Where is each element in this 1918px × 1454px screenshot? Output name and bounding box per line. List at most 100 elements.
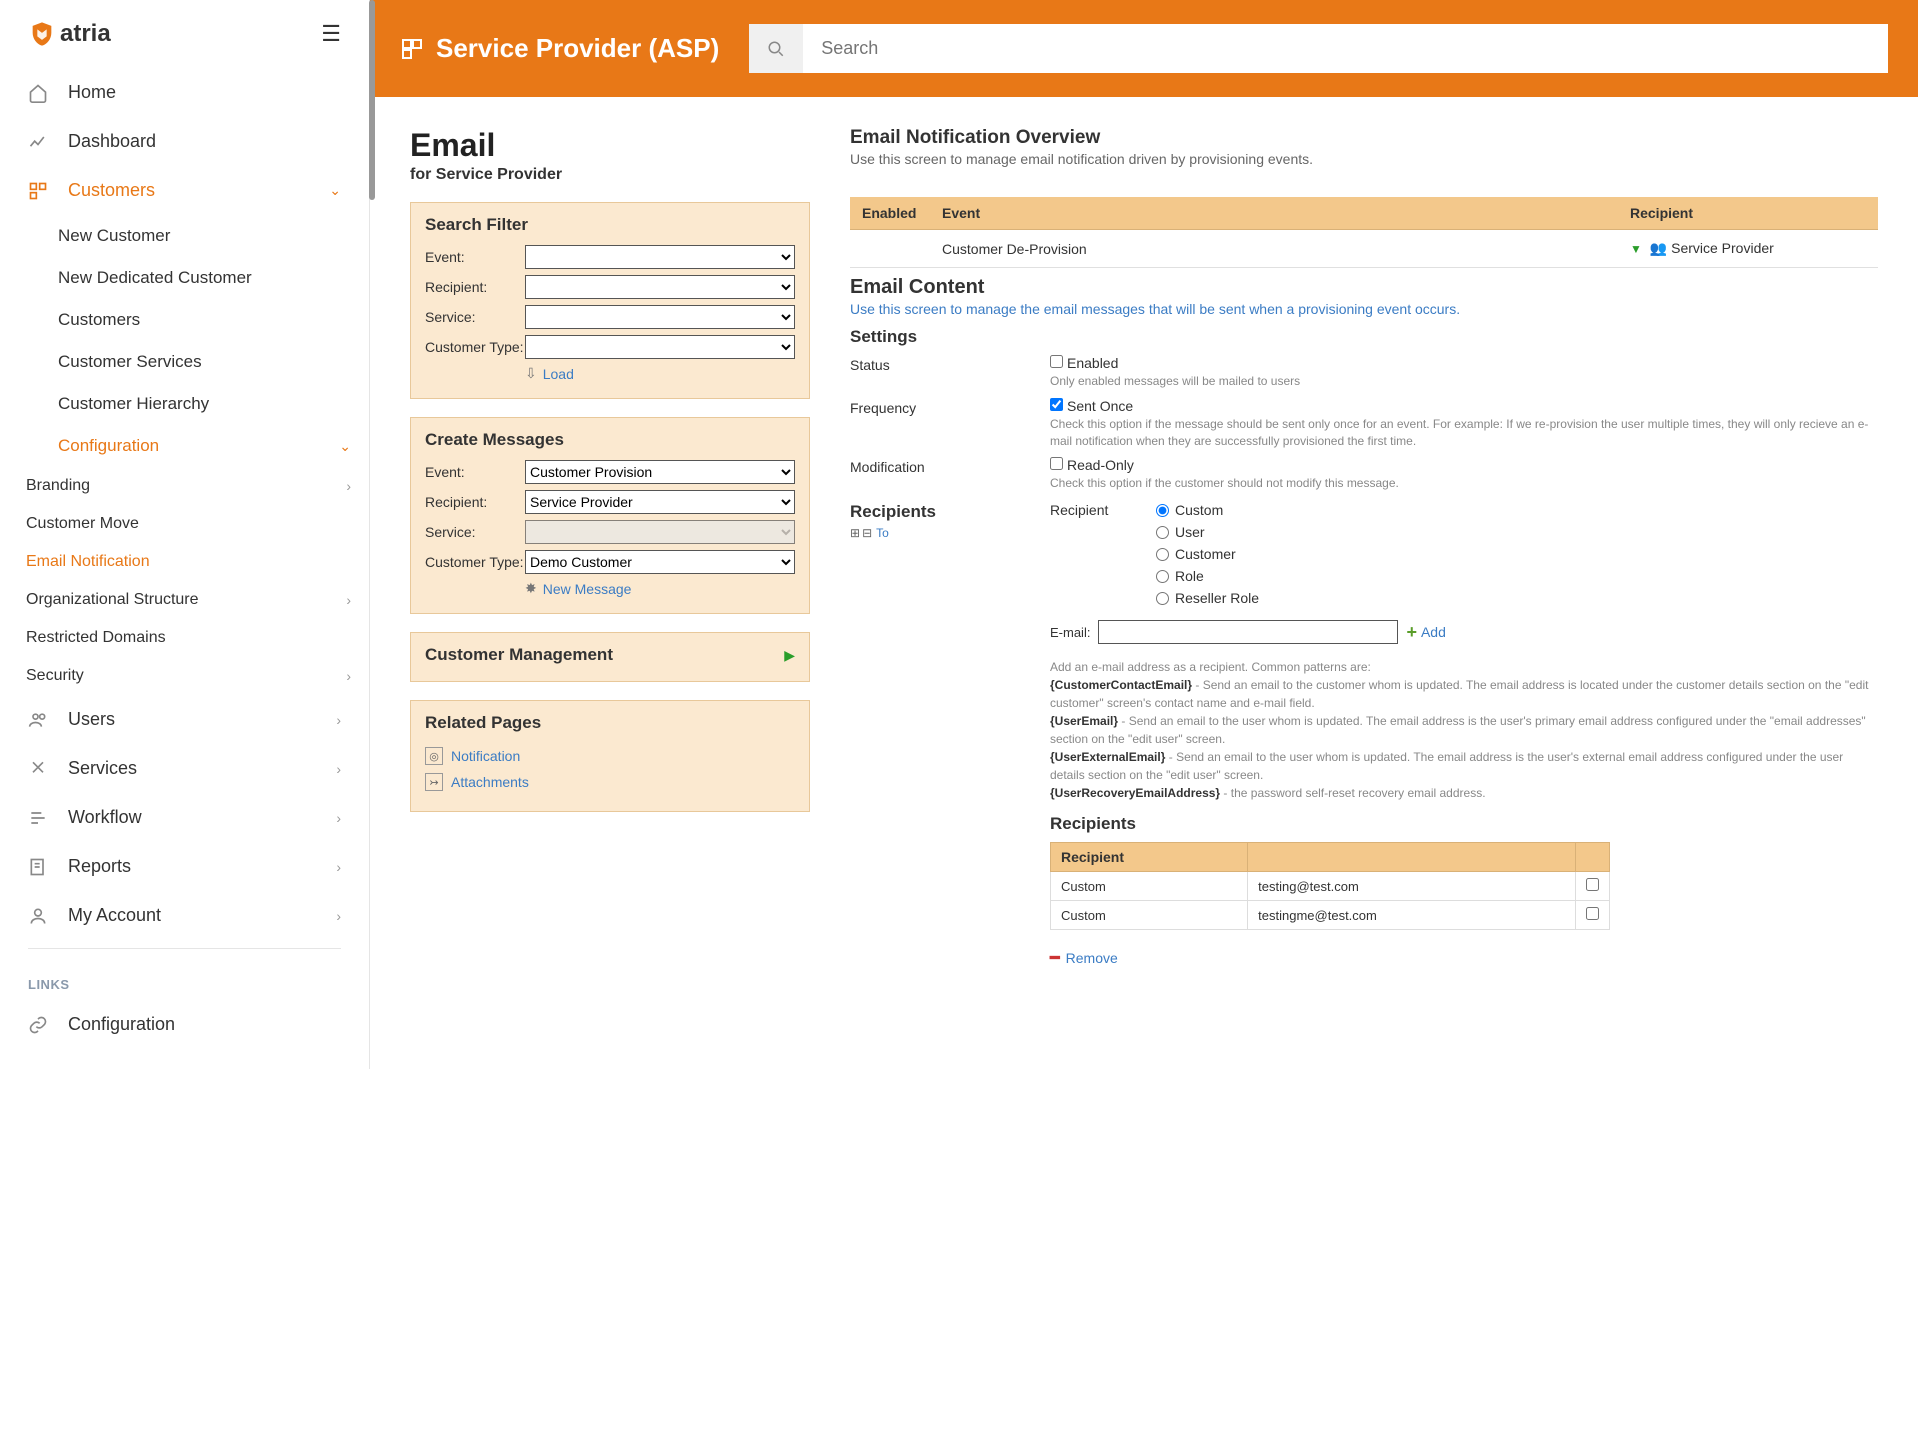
- sentonce-checkbox[interactable]: [1050, 398, 1063, 411]
- sidebar-item-reports[interactable]: Reports›: [10, 842, 359, 891]
- event-table: Enabled Event Recipient Customer De-Prov…: [850, 197, 1878, 268]
- sidebar-item-org-structure[interactable]: Organizational Structure›: [26, 581, 369, 619]
- filter-custtype-label: Customer Type:: [425, 339, 525, 355]
- readonly-checkbox-label[interactable]: Read-Only: [1050, 457, 1134, 473]
- search-input[interactable]: [803, 24, 1888, 73]
- chevron-down-icon: ⌄: [339, 438, 351, 455]
- play-icon: ▶: [784, 647, 795, 664]
- chevron-right-icon: ›: [346, 668, 351, 684]
- row-checkbox[interactable]: [1586, 907, 1599, 920]
- sidebar-item-services[interactable]: Services›: [10, 744, 359, 793]
- create-event-select[interactable]: Customer Provision: [525, 460, 795, 484]
- minus-icon: ━: [1050, 948, 1060, 968]
- create-custtype-label: Customer Type:: [425, 554, 525, 570]
- divider: [28, 948, 341, 949]
- sidebar-item-customers-list[interactable]: Customers: [58, 299, 369, 341]
- filter-service-select[interactable]: [525, 305, 795, 329]
- recipient-radio-custom[interactable]: [1156, 504, 1169, 517]
- links-header: LINKS: [0, 957, 369, 1000]
- filter-event-label: Event:: [425, 249, 525, 265]
- search-button[interactable]: [749, 24, 803, 73]
- panel-header: Customer Management: [425, 645, 613, 665]
- sidebar-item-configuration[interactable]: Configuration⌄: [58, 425, 369, 467]
- menu-toggle-icon[interactable]: ☰: [321, 21, 341, 47]
- create-service-label: Service:: [425, 524, 525, 540]
- add-button[interactable]: +Add: [1406, 622, 1445, 643]
- panel-header: Related Pages: [425, 713, 795, 733]
- shield-icon: [28, 20, 56, 48]
- table-row: Customtesting@test.com: [1051, 872, 1610, 901]
- reports-icon: [28, 857, 54, 877]
- collapse-icon[interactable]: ⊟: [862, 526, 872, 540]
- sidebar-item-email-notification[interactable]: Email Notification: [26, 543, 369, 581]
- email-content-subtitle: Use this screen to manage the email mess…: [850, 301, 1878, 317]
- services-icon: [28, 759, 54, 779]
- recipient-label: Recipient: [1050, 502, 1150, 518]
- filter-custtype-select[interactable]: [525, 335, 795, 359]
- sentonce-checkbox-label[interactable]: Sent Once: [1050, 398, 1133, 414]
- sidebar-item-home[interactable]: Home: [10, 68, 359, 117]
- create-service-select: [525, 520, 795, 544]
- tree-controls[interactable]: ⊞⊟ To: [850, 526, 1050, 540]
- expand-icon[interactable]: ⊞: [850, 526, 860, 540]
- sidebar-item-new-dedicated[interactable]: New Dedicated Customer: [58, 257, 369, 299]
- customers-icon: [28, 181, 54, 201]
- to-link[interactable]: To: [876, 526, 889, 540]
- sidebar-link-configuration[interactable]: Configuration: [10, 1000, 359, 1049]
- sidebar-item-security[interactable]: Security›: [26, 657, 369, 695]
- plus-icon: +: [1406, 622, 1417, 643]
- load-button[interactable]: ⇩Load: [525, 365, 795, 382]
- recipient-radio-user[interactable]: [1156, 526, 1169, 539]
- chevron-right-icon: ›: [336, 859, 341, 875]
- table-row: Customtestingme@test.com: [1051, 901, 1610, 930]
- page-title: Email: [410, 127, 810, 164]
- sidebar-item-restricted-domains[interactable]: Restricted Domains: [26, 619, 369, 657]
- chart-icon: [28, 132, 54, 152]
- search-icon: [767, 40, 785, 58]
- sidebar-item-branding[interactable]: Branding›: [26, 467, 369, 505]
- sidebar-item-dashboard[interactable]: Dashboard: [10, 117, 359, 166]
- recipients-header: Recipients: [850, 502, 1050, 522]
- remove-button[interactable]: ━Remove: [1050, 948, 1878, 968]
- enabled-checkbox-label[interactable]: Enabled: [1050, 355, 1118, 371]
- sidebar-item-customer-hierarchy[interactable]: Customer Hierarchy: [58, 383, 369, 425]
- sidebar-item-customers[interactable]: Customers⌄: [10, 166, 359, 215]
- chevron-right-icon: ›: [346, 592, 351, 608]
- event-row[interactable]: Customer De-Provision ▼ 👥Service Provide…: [850, 230, 1878, 268]
- sidebar-item-workflow[interactable]: Workflow›: [10, 793, 359, 842]
- new-message-button[interactable]: ✸New Message: [525, 580, 795, 597]
- settings-header: Settings: [850, 327, 1878, 347]
- create-messages-panel: Create Messages Event:Customer Provision…: [410, 417, 810, 614]
- recipient-radio-reseller[interactable]: [1156, 592, 1169, 605]
- recipient-radio-customer[interactable]: [1156, 548, 1169, 561]
- related-notification-link[interactable]: ◎Notification: [425, 743, 795, 769]
- enabled-checkbox[interactable]: [1050, 355, 1063, 368]
- email-input[interactable]: [1098, 620, 1398, 644]
- sidebar-item-new-customer[interactable]: New Customer: [58, 215, 369, 257]
- main: Service Provider (ASP) Email for Service…: [370, 0, 1918, 1069]
- col-recipient: Recipient: [1618, 197, 1878, 230]
- create-custtype-select[interactable]: Demo Customer: [525, 550, 795, 574]
- search-filter-panel: Search Filter Event: Recipient: Service:…: [410, 202, 810, 399]
- customer-management-panel[interactable]: Customer Management ▶: [410, 632, 810, 682]
- readonly-checkbox[interactable]: [1050, 457, 1063, 470]
- email-content-title: Email Content: [850, 276, 1878, 299]
- sidebar-item-customer-services[interactable]: Customer Services: [58, 341, 369, 383]
- create-recipient-select[interactable]: Service Provider: [525, 490, 795, 514]
- chevron-down-icon: ⌄: [329, 182, 341, 199]
- filter-service-label: Service:: [425, 309, 525, 325]
- box-icon: ◎: [425, 747, 443, 765]
- filter-event-select[interactable]: [525, 245, 795, 269]
- sidebar-item-my-account[interactable]: My Account›: [10, 891, 359, 940]
- sidebar-item-customer-move[interactable]: Customer Move: [26, 505, 369, 543]
- sidebar: atria ☰ Home Dashboard Customers⌄ New Cu…: [0, 0, 370, 1069]
- email-label: E-mail:: [1050, 625, 1090, 640]
- recipient-radio-role[interactable]: [1156, 570, 1169, 583]
- row-checkbox[interactable]: [1586, 878, 1599, 891]
- sidebar-item-users[interactable]: Users›: [10, 695, 359, 744]
- filter-recipient-select[interactable]: [525, 275, 795, 299]
- chevron-right-icon: ›: [336, 712, 341, 728]
- related-attachments-link[interactable]: ↣Attachments: [425, 769, 795, 795]
- panel-header: Create Messages: [425, 430, 795, 450]
- people-icon: 👥: [1650, 240, 1667, 256]
